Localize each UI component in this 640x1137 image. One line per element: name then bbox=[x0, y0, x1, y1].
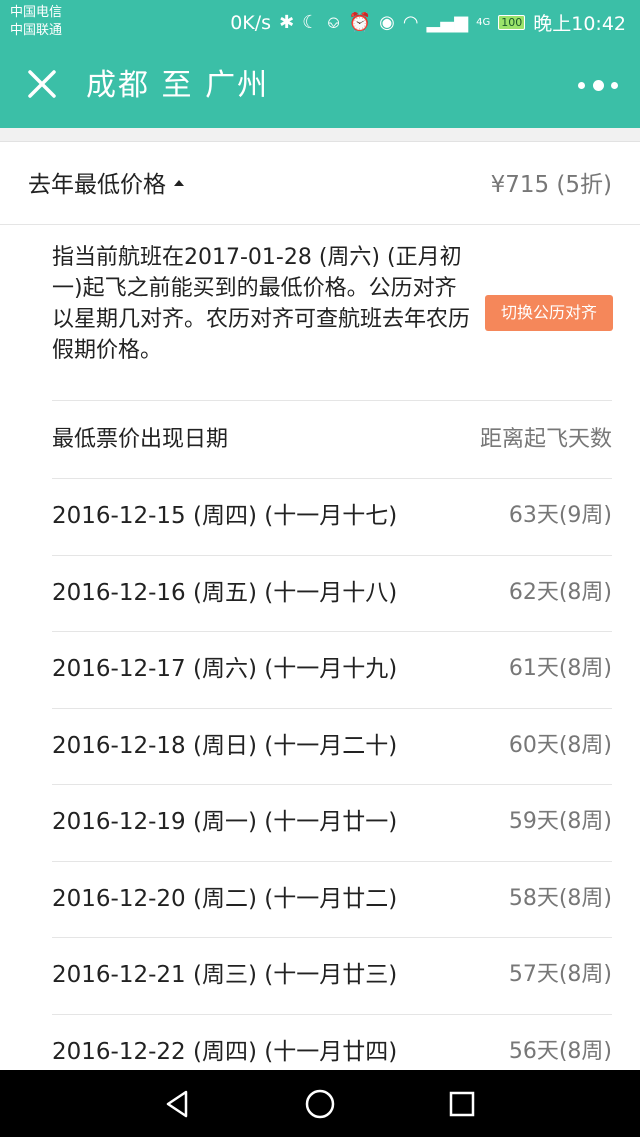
lowest-price-row[interactable]: 去年最低价格 ¥715 (5折) bbox=[0, 143, 640, 225]
row-days: 60天(8周) bbox=[508, 732, 612, 758]
lowest-price-value: ¥715 (5折) bbox=[490, 172, 612, 198]
row-date: 2016-12-18 (周日) (十一月二十) bbox=[52, 732, 398, 759]
row-date: 2016-12-15 (周四) (十一月十七) bbox=[52, 503, 398, 529]
table-row: 2016-12-20 (周二) (十一月廿二) 58天(8周) bbox=[52, 860, 612, 938]
more-icon-right bbox=[611, 81, 618, 89]
lowest-price-label-wrap: 去年最低价格 bbox=[28, 170, 184, 200]
price-explanation: 指当前航班在2017-01-28 (周六) (正月初一)起飞之前能买到的最低价格… bbox=[52, 245, 471, 363]
network-speed: 0K/s bbox=[230, 11, 272, 34]
battery-icon: 100 bbox=[498, 15, 526, 30]
header-date-label: 最低票价出现日期 bbox=[52, 427, 229, 452]
row-days: 58天(8周) bbox=[508, 885, 612, 911]
status-icons: 0K/s ✱ ☾ ⎉ ⏰ ◉ ◠ ▂▄▆ 4G 100 晚上10:42 bbox=[230, 9, 626, 36]
carrier-1: 中国电信 bbox=[10, 5, 63, 20]
moon-icon: ☾ bbox=[302, 11, 319, 33]
home-button[interactable] bbox=[302, 1086, 338, 1122]
more-icon-center bbox=[592, 79, 604, 91]
switch-calendar-button[interactable]: 切换公历对齐 bbox=[485, 295, 613, 331]
vibrate-icon: ⎉ bbox=[326, 11, 341, 33]
row-date: 2016-12-19 (周一) (十一月廿一) bbox=[52, 809, 398, 835]
carrier-info: 中国电信 中国联通 bbox=[10, 4, 62, 40]
table-row: 2016-12-15 (周四) (十一月十七) 63天(9周) bbox=[52, 478, 612, 555]
row-date: 2016-12-21 (周三) (十一月廿三) bbox=[52, 962, 398, 988]
alarm-icon: ⏰ bbox=[348, 11, 372, 33]
row-days: 62天(8周) bbox=[508, 579, 612, 605]
more-icon bbox=[578, 81, 585, 89]
more-button[interactable] bbox=[578, 70, 618, 100]
carrier-2: 中国联通 bbox=[10, 23, 63, 38]
signal-icon: ▂▄▆ bbox=[426, 11, 469, 33]
row-date: 2016-12-16 (周五) (十一月十八) bbox=[52, 579, 398, 606]
caret-up-icon bbox=[174, 179, 184, 186]
header-days-label: 距离起飞天数 bbox=[479, 427, 612, 452]
home-icon bbox=[305, 1089, 335, 1119]
row-days: 63天(9周) bbox=[508, 503, 612, 528]
clock: 晚上10:42 bbox=[533, 13, 626, 35]
row-days: 56天(8周) bbox=[508, 1038, 612, 1064]
row-date: 2016-12-22 (周四) (十一月廿四) bbox=[52, 1038, 398, 1065]
back-icon bbox=[166, 1090, 188, 1118]
table-row: 2016-12-17 (周六) (十一月十九) 61天(8周) bbox=[52, 631, 612, 708]
system-nav-bar bbox=[0, 1070, 640, 1137]
page-title: 成都 至 广州 bbox=[86, 68, 270, 103]
row-days: 61天(8周) bbox=[508, 656, 612, 681]
wifi-icon: ◠ bbox=[402, 11, 419, 33]
bluetooth-icon: ✱ bbox=[279, 11, 295, 33]
network-type-label: 4G bbox=[476, 17, 491, 28]
row-days: 59天(8周) bbox=[508, 809, 612, 834]
table-row: 2016-12-19 (周一) (十一月廿一) 59天(8周) bbox=[52, 784, 612, 861]
section-separator bbox=[0, 128, 640, 142]
recent-apps-icon bbox=[449, 1091, 475, 1117]
table-row: 2016-12-21 (周三) (十一月廿三) 57天(8周) bbox=[52, 937, 612, 1014]
row-date: 2016-12-17 (周六) (十一月十九) bbox=[52, 656, 398, 682]
status-bar: 中国电信 中国联通 0K/s ✱ ☾ ⎉ ⏰ ◉ ◠ ▂▄▆ 4G 100 晚上… bbox=[0, 0, 640, 46]
table-row: 2016-12-16 (周五) (十一月十八) 62天(8周) bbox=[52, 554, 612, 632]
close-button[interactable] bbox=[22, 64, 66, 108]
close-icon bbox=[28, 70, 56, 98]
row-date: 2016-12-20 (周二) (十一月廿二) bbox=[52, 885, 398, 912]
lowest-price-label: 去年最低价格 bbox=[28, 172, 166, 198]
eye-icon: ◉ bbox=[379, 11, 395, 33]
price-date-table: 最低票价出现日期 距离起飞天数 2016-12-15 (周四) (十一月十七) … bbox=[52, 400, 612, 1090]
row-days: 57天(8周) bbox=[508, 962, 612, 987]
app-header: 成都 至 广州 bbox=[0, 46, 640, 128]
back-button[interactable] bbox=[160, 1086, 196, 1122]
recent-apps-button[interactable] bbox=[444, 1086, 480, 1122]
table-header: 最低票价出现日期 距离起飞天数 bbox=[52, 400, 612, 478]
table-row: 2016-12-18 (周日) (十一月二十) 60天(8周) bbox=[52, 707, 612, 785]
top-bar: 中国电信 中国联通 0K/s ✱ ☾ ⎉ ⏰ ◉ ◠ ▂▄▆ 4G 100 晚上… bbox=[0, 0, 640, 128]
